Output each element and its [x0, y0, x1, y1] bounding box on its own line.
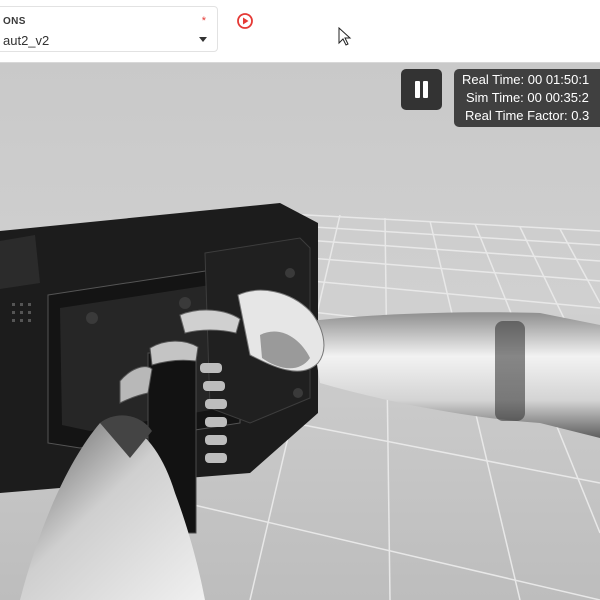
- chevron-down-icon[interactable]: [199, 37, 207, 42]
- sim-time-readout: Sim Time: 00 00:35:2: [466, 90, 589, 105]
- real-time-readout: Real Time: 00 01:50:1: [462, 72, 590, 87]
- pause-button[interactable]: [401, 69, 442, 110]
- simulation-viewport[interactable]: [0, 63, 600, 600]
- play-circle-icon[interactable]: [236, 12, 254, 30]
- real-time-factor-readout: Real Time Factor: 0.3: [465, 108, 590, 123]
- selector-value: aut2_v2: [3, 33, 50, 48]
- world-selector-dropdown[interactable]: ONS * aut2_v2: [0, 6, 218, 52]
- simulation-scene: [0, 63, 600, 600]
- top-toolbar: ONS * aut2_v2: [0, 0, 600, 63]
- simulation-stats-panel: Real Time: 00 01:50:1 Sim Time: 00 00:35…: [454, 69, 600, 127]
- pause-icon-bar: [423, 81, 428, 98]
- mouse-cursor-icon: [338, 26, 352, 47]
- required-asterisk: *: [201, 15, 206, 27]
- selector-label: ONS: [3, 16, 26, 27]
- pause-icon: [415, 81, 420, 98]
